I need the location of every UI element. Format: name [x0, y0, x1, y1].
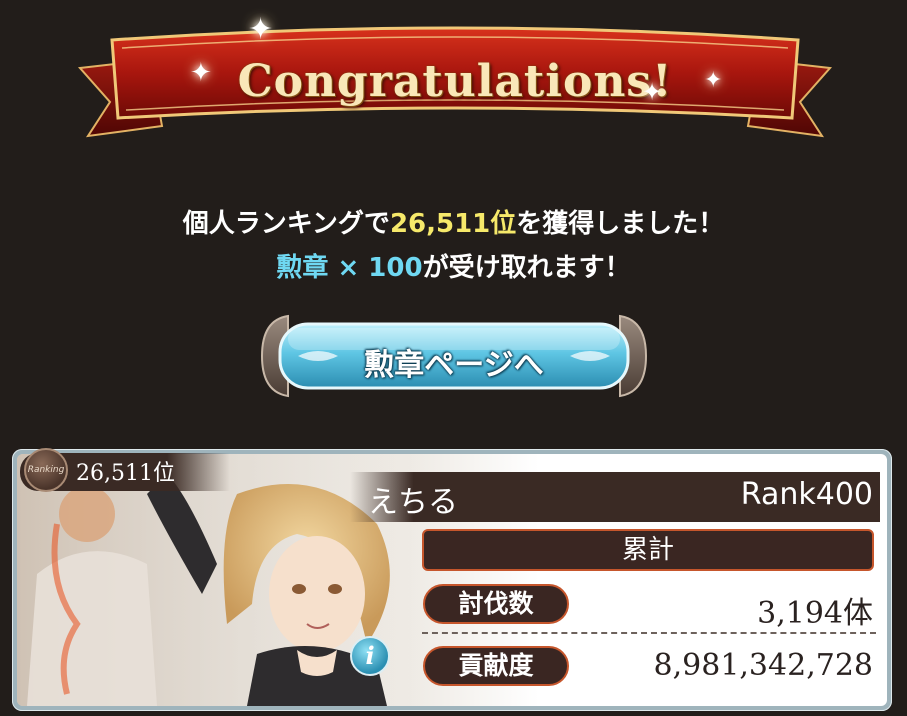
rank-position: 26,511位 — [76, 461, 175, 486]
ranking-badge: Ranking — [24, 448, 68, 492]
medal-page-button[interactable]: 勲章ページへ — [258, 310, 650, 402]
info-icon[interactable]: i — [350, 636, 390, 676]
cumulative-header: 累計 — [422, 529, 874, 571]
reward-suffix: が受け取れます！ — [422, 253, 631, 283]
stats-divider — [422, 632, 876, 634]
medal-page-button-label: 勲章ページへ — [364, 348, 544, 383]
medal-reward: 勲章 × 100 — [276, 253, 423, 283]
player-rank: Rank400 — [740, 477, 873, 512]
contribution-label: 貢献度 — [423, 646, 569, 686]
achieved-rank: 26,511位 — [389, 209, 517, 239]
sparkle-icon: ✦ — [642, 78, 663, 106]
sparkle-icon: ✦ — [248, 12, 274, 47]
defeat-count-value: 3,194体 — [757, 596, 873, 631]
reward-message: 勲章 × 100が受け取れます！ — [0, 247, 907, 284]
message-prefix: 個人ランキングで — [182, 209, 390, 239]
congratulations-title: Congratulations! — [237, 56, 673, 107]
sparkle-icon: ✦ — [190, 58, 212, 88]
player-name: えちる — [368, 485, 458, 520]
contribution-value: 8,981,342,728 — [653, 648, 873, 683]
message-suffix: を獲得しました！ — [516, 209, 725, 239]
rank-achieved-message: 個人ランキングで26,511位を獲得しました！ — [0, 203, 907, 240]
sparkle-icon: ✦ — [704, 68, 723, 93]
congratulations-banner: Congratulations! ✦ ✦ ✦ ✦ — [70, 12, 840, 158]
defeat-count-label: 討伐数 — [423, 584, 569, 624]
